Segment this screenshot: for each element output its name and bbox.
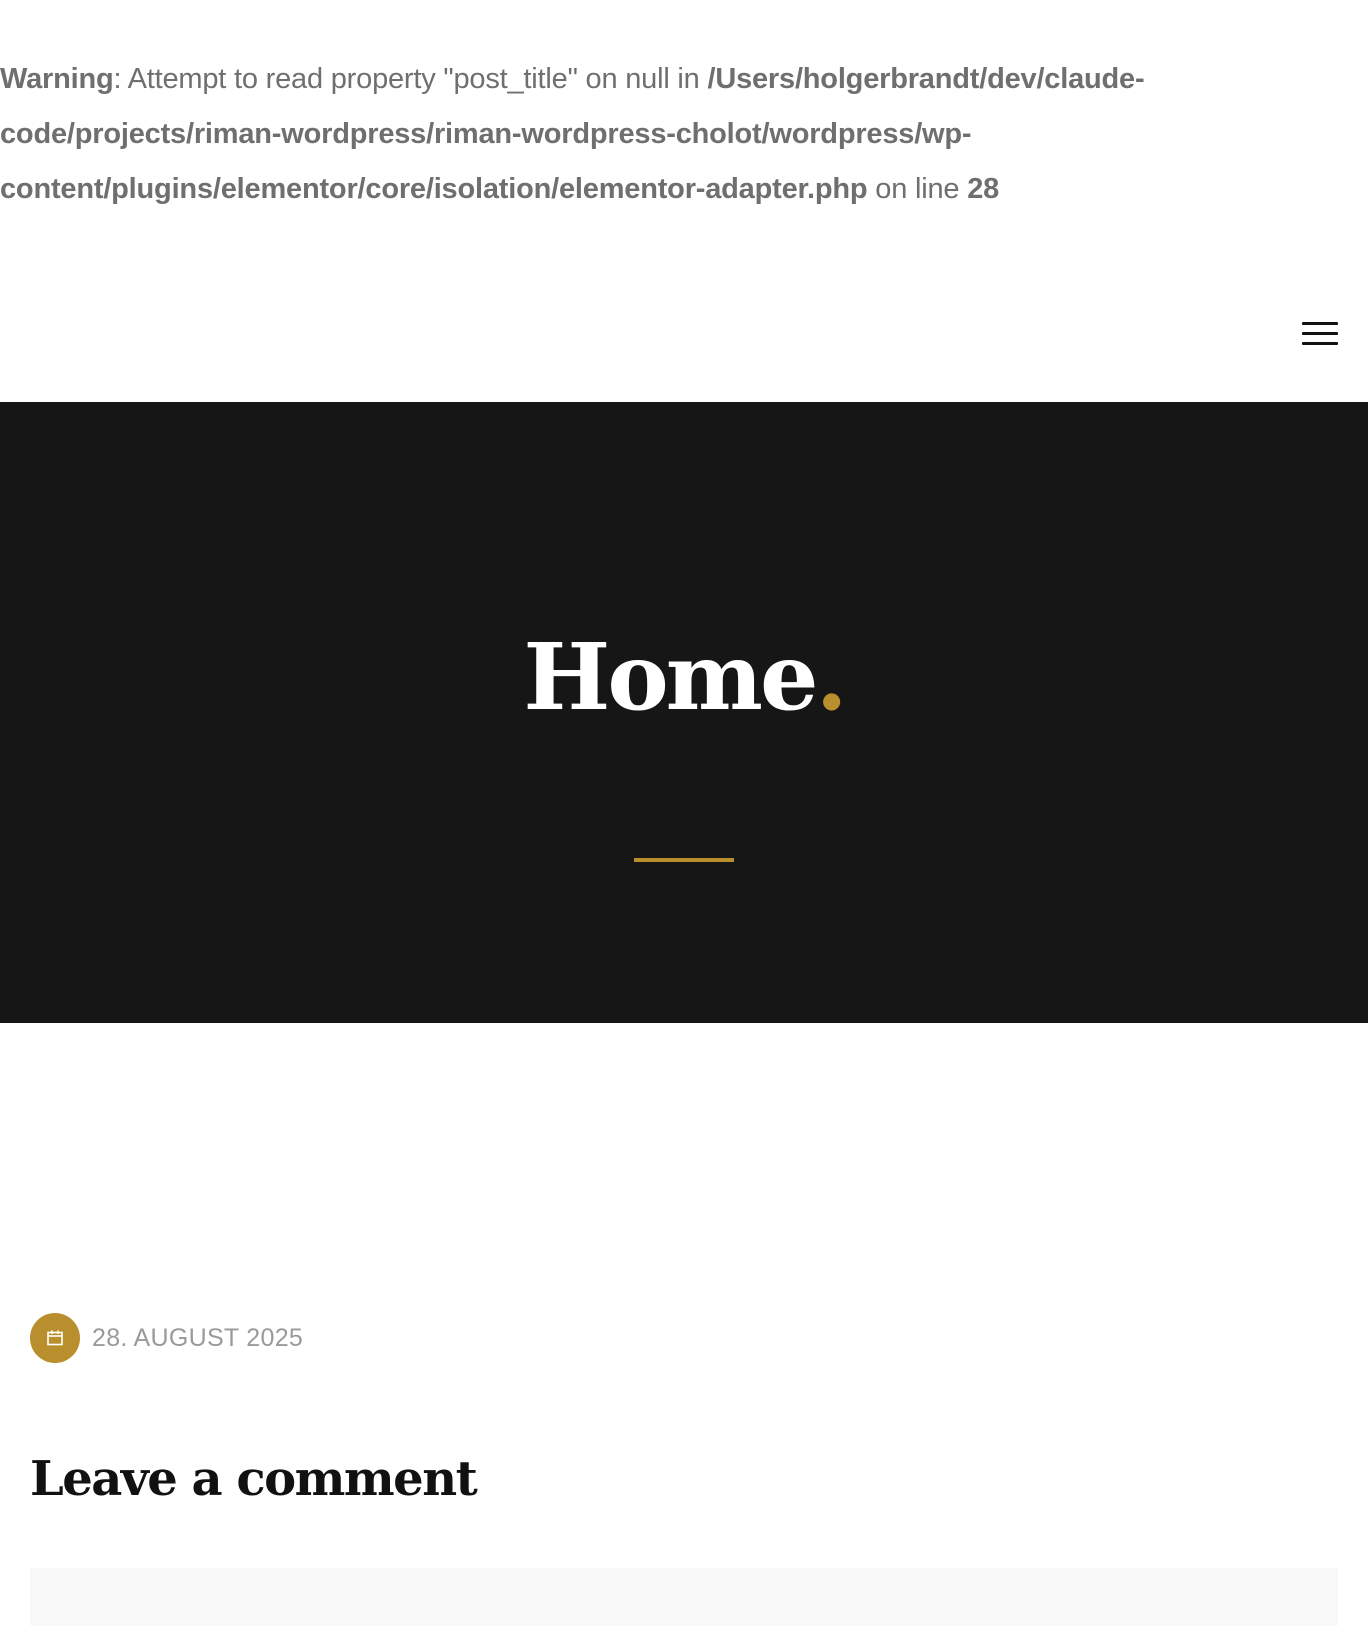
warning-label: Warning [0, 63, 114, 95]
page-title-dot: . [815, 623, 848, 731]
menu-bar-top [1302, 322, 1338, 325]
warning-message: : Attempt to read property "post_title" … [113, 63, 708, 95]
hamburger-menu-icon[interactable] [1298, 318, 1340, 352]
page-title: Home. [0, 622, 1368, 732]
page-hero: Home. [0, 402, 1368, 1023]
calendar-icon [30, 1313, 80, 1363]
warning-line-number: 28 [967, 173, 1000, 205]
warning-line-text: on line [867, 173, 968, 205]
comments-heading: Leave a comment [30, 1451, 478, 1507]
title-divider [634, 858, 734, 862]
menu-bar-bottom [1302, 342, 1338, 345]
calendar-icon-glyph [47, 1330, 63, 1346]
menu-bar-middle [1302, 332, 1338, 335]
post-date-text: 28. AUGUST 2025 [92, 1323, 304, 1352]
post-date: 28. AUGUST 2025 [30, 1313, 303, 1363]
comment-textarea[interactable] [30, 1568, 1338, 1626]
php-warning: Warning: Attempt to read property "post_… [0, 52, 1250, 217]
page-title-text: Home [523, 623, 818, 731]
